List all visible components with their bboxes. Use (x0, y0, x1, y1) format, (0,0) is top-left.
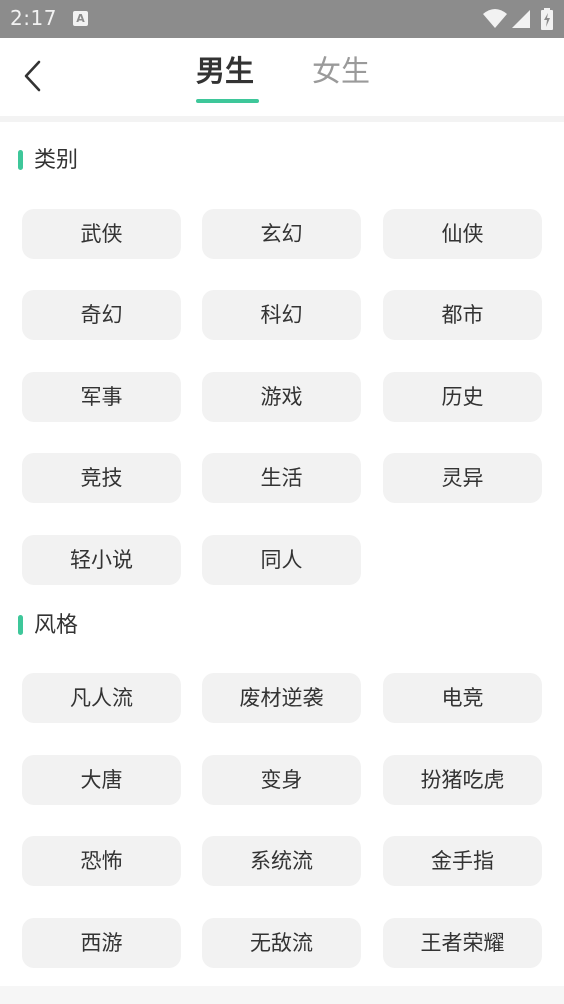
section-title-label: 风格 (34, 613, 79, 638)
signal-icon (512, 10, 530, 28)
style-chip[interactable]: 大唐 (22, 755, 181, 805)
category-chip[interactable]: 竞技 (22, 453, 181, 503)
style-chip[interactable]: 无敌流 (202, 918, 361, 968)
category-chip[interactable]: 仙侠 (383, 209, 542, 259)
category-chip[interactable]: 都市 (383, 290, 542, 340)
wifi-icon (483, 9, 507, 28)
category-chip[interactable]: 灵异 (383, 453, 542, 503)
tab-indicator (196, 99, 259, 103)
battery-charging-icon (541, 8, 553, 30)
section-title-style: 风格 (18, 611, 78, 641)
style-chip[interactable]: 金手指 (383, 836, 542, 886)
status-time: 2:17 (10, 6, 57, 30)
bottom-divider (0, 986, 564, 1004)
category-chip[interactable]: 轻小说 (22, 535, 181, 585)
style-chip[interactable]: 王者荣耀 (383, 918, 542, 968)
category-chip[interactable]: 奇幻 (22, 290, 181, 340)
style-chip[interactable]: 废材逆袭 (202, 673, 361, 723)
style-chip[interactable]: 变身 (202, 755, 361, 805)
category-chip[interactable]: 游戏 (202, 372, 361, 422)
style-chip[interactable]: 恐怖 (22, 836, 181, 886)
status-bar: 2:17 A (0, 0, 564, 38)
style-chip[interactable]: 电竞 (383, 673, 542, 723)
tab-female[interactable]: 女生 (312, 52, 370, 90)
category-chip[interactable]: 科幻 (202, 290, 361, 340)
tab-male[interactable]: 男生 (196, 52, 254, 90)
notification-icon: A (73, 11, 88, 26)
style-chip[interactable]: 系统流 (202, 836, 361, 886)
category-chip[interactable]: 历史 (383, 372, 542, 422)
category-chip[interactable]: 生活 (202, 453, 361, 503)
category-chip[interactable]: 军事 (22, 372, 181, 422)
category-chip[interactable]: 武侠 (22, 209, 181, 259)
header: 男生 女生 (0, 38, 564, 122)
style-chip[interactable]: 凡人流 (22, 673, 181, 723)
chevron-left-icon (24, 60, 41, 92)
back-button[interactable] (14, 56, 54, 96)
section-title-label: 类别 (34, 148, 79, 173)
category-chip[interactable]: 玄幻 (202, 209, 361, 259)
style-chip[interactable]: 扮猪吃虎 (383, 755, 542, 805)
section-accent-bar (18, 150, 23, 170)
section-title-category: 类别 (18, 146, 78, 176)
style-chip[interactable]: 西游 (22, 918, 181, 968)
section-accent-bar (18, 615, 23, 635)
category-chip[interactable]: 同人 (202, 535, 361, 585)
status-icons (482, 8, 554, 30)
